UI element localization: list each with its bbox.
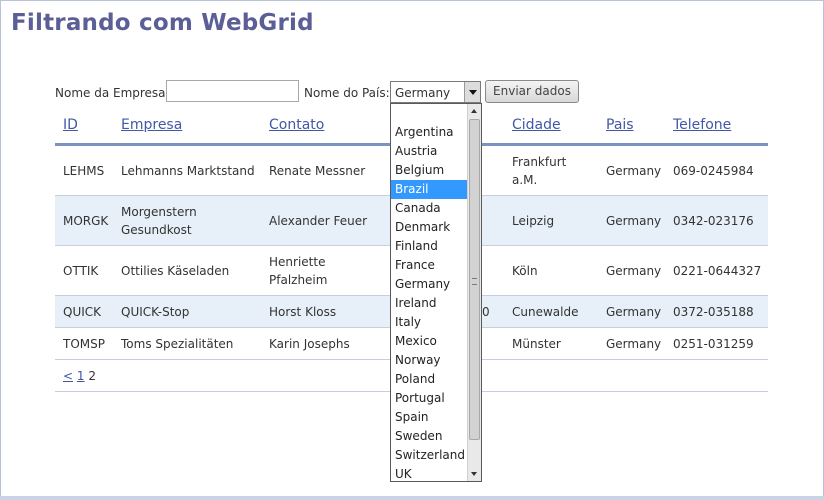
scroll-down-arrow-icon[interactable]: [468, 467, 481, 481]
window-bottom-edge: [0, 496, 824, 500]
column-header-country[interactable]: Pais: [606, 117, 634, 133]
cell-company: Lehmanns Marktstand: [121, 164, 255, 178]
dropdown-option[interactable]: Italy: [391, 313, 467, 332]
dropdown-option[interactable]: Switzerland: [391, 446, 467, 465]
cell-city: Köln: [512, 264, 538, 278]
cell-id: QUICK: [63, 305, 102, 319]
cell-id: TOMSP: [63, 337, 105, 351]
cell-id: MORGK: [63, 214, 109, 228]
dropdown-option[interactable]: Austria: [391, 142, 467, 161]
cell-company: Toms Spezialitäten: [121, 337, 234, 351]
cell-extra: 0: [482, 305, 490, 319]
dropdown-option[interactable]: France: [391, 256, 467, 275]
cell-contact: Henriette Pfalzheim: [269, 255, 328, 287]
cell-city: Münster: [512, 337, 561, 351]
cell-city: Leipzig: [512, 214, 555, 228]
cell-contact: Karin Josephs: [269, 337, 350, 351]
column-header-city[interactable]: Cidade: [512, 117, 561, 133]
cell-phone: 0251-031259: [673, 337, 754, 351]
cell-contact: Renate Messner: [269, 164, 366, 178]
dropdown-option[interactable]: Germany: [391, 275, 467, 294]
cell-company: Ottilies Käseladen: [121, 264, 230, 278]
dropdown-scrollbar[interactable]: [467, 104, 481, 481]
dropdown-option[interactable]: UK: [391, 465, 467, 481]
cell-phone: 0342-023176: [673, 214, 754, 228]
cell-phone: 069-0245984: [673, 164, 754, 178]
company-filter-input[interactable]: [166, 80, 299, 102]
cell-contact: Alexander Feuer: [269, 214, 368, 228]
pager-current-page: 2: [88, 369, 96, 383]
cell-city: Frankfurt a.M.: [512, 155, 567, 187]
scroll-up-arrow-icon[interactable]: [468, 104, 481, 118]
dropdown-option[interactable]: Portugal: [391, 389, 467, 408]
cell-id: OTTIK: [63, 264, 99, 278]
company-filter-label: Nome da Empresa:: [55, 86, 170, 100]
dropdown-option[interactable]: Canada: [391, 199, 467, 218]
country-select-value: Germany: [395, 86, 451, 100]
dropdown-option[interactable]: Poland: [391, 370, 467, 389]
dropdown-option[interactable]: Sweden: [391, 427, 467, 446]
dropdown-option[interactable]: Finland: [391, 237, 467, 256]
cell-country: Germany: [606, 214, 662, 228]
column-header-phone[interactable]: Telefone: [673, 117, 731, 133]
cell-country: Germany: [606, 164, 662, 178]
chevron-down-icon[interactable]: [464, 82, 480, 102]
dropdown-options: Argentina Austria Belgium Brazil Canada Denma…: [391, 104, 467, 481]
dropdown-option[interactable]: Norway: [391, 351, 467, 370]
cell-city: Cunewalde: [512, 305, 579, 319]
submit-button[interactable]: Enviar dados: [485, 80, 579, 103]
dropdown-option[interactable]: [391, 104, 467, 123]
cell-phone: 0221-0644327: [673, 264, 762, 278]
page-title: Filtrando com WebGrid: [11, 10, 314, 36]
scrollbar-thumb[interactable]: [469, 119, 480, 440]
country-filter-label: Nome do País:: [304, 86, 390, 100]
column-header-id[interactable]: ID: [63, 117, 78, 133]
dropdown-option[interactable]: Belgium: [391, 161, 467, 180]
cell-contact: Horst Kloss: [269, 305, 337, 319]
dropdown-option[interactable]: Spain: [391, 408, 467, 427]
dropdown-option[interactable]: Denmark: [391, 218, 467, 237]
pager-prev-link[interactable]: <: [63, 369, 73, 383]
cell-company: Morgenstern Gesundkost: [121, 205, 197, 237]
column-header-contact[interactable]: Contato: [269, 117, 324, 133]
column-header-company[interactable]: Empresa: [121, 117, 182, 133]
country-dropdown-list[interactable]: Argentina Austria Belgium Brazil Canada Denma…: [390, 103, 482, 482]
dropdown-option[interactable]: Ireland: [391, 294, 467, 313]
pager: < 1 2: [63, 369, 96, 383]
dropdown-option[interactable]: Brazil: [391, 180, 467, 199]
grip-icon: [472, 278, 477, 285]
cell-id: LEHMS: [63, 164, 105, 178]
pager-page-1-link[interactable]: 1: [77, 369, 85, 383]
cell-phone: 0372-035188: [673, 305, 754, 319]
cell-country: Germany: [606, 305, 662, 319]
country-select[interactable]: Germany: [390, 81, 481, 103]
cell-country: Germany: [606, 264, 662, 278]
dropdown-option[interactable]: Argentina: [391, 123, 467, 142]
cell-country: Germany: [606, 337, 662, 351]
dropdown-option[interactable]: Mexico: [391, 332, 467, 351]
cell-company: QUICK-Stop: [121, 305, 190, 319]
